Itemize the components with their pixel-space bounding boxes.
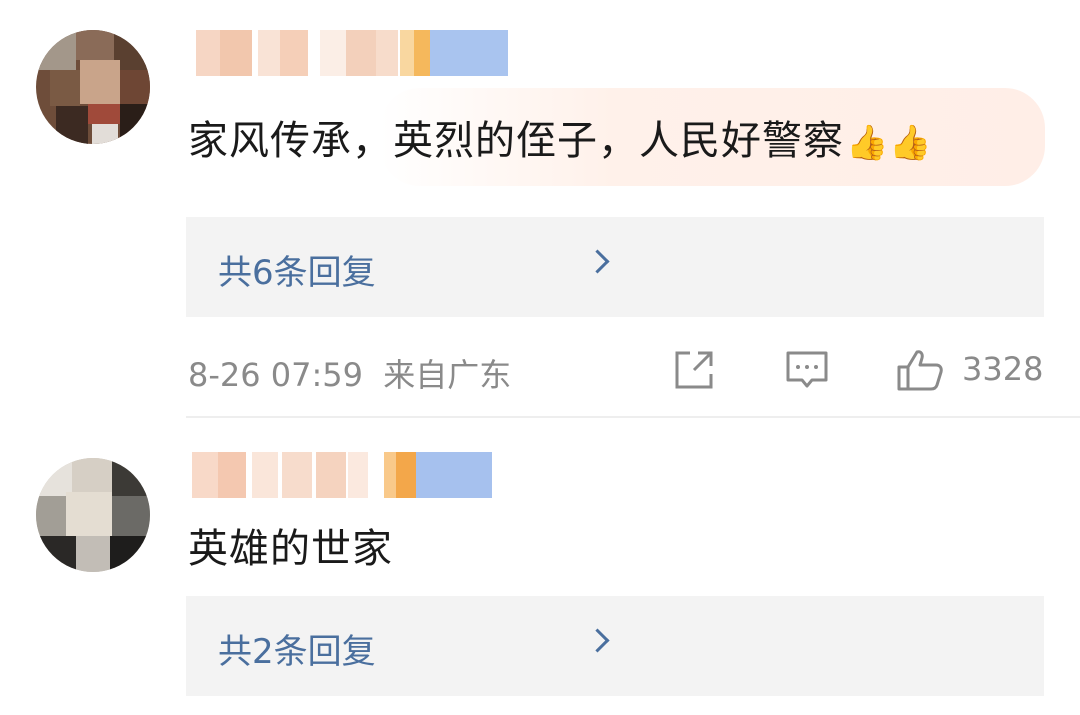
replies-label: 共6条回复 xyxy=(218,253,376,293)
chevron-right-icon xyxy=(585,249,610,274)
comment-location: 来自广东 xyxy=(383,356,512,394)
thumbs-up-icon[interactable] xyxy=(896,348,944,396)
username-blurred[interactable] xyxy=(192,30,512,76)
comment-text: 家风传承，英烈的侄子，人民好警察👍👍 xyxy=(188,108,933,166)
comment-text-content: 英雄的世家 xyxy=(188,526,393,572)
comment-item: 家风传承，英烈的侄子，人民好警察👍👍 共6条回复 8-26 07:59 来自广东… xyxy=(0,0,1080,418)
divider xyxy=(186,416,1080,418)
comment-text-content: 家风传承，英烈的侄子，人民好警察 xyxy=(188,118,844,164)
comment-icon[interactable] xyxy=(784,348,830,396)
username-blurred[interactable] xyxy=(192,452,497,498)
avatar[interactable] xyxy=(36,458,150,572)
avatar[interactable] xyxy=(36,30,150,144)
chevron-right-icon xyxy=(585,628,610,653)
replies-button[interactable]: 共6条回复 xyxy=(186,217,1044,317)
share-icon[interactable] xyxy=(672,348,716,396)
like-count: 3328 xyxy=(962,350,1044,388)
comment-text: 英雄的世家 xyxy=(188,516,393,574)
replies-label: 共2条回复 xyxy=(218,632,376,672)
comment-item: 英雄的世家 共2条回复 xyxy=(0,420,1080,715)
replies-button[interactable]: 共2条回复 xyxy=(186,596,1044,696)
comment-time: 8-26 07:59 xyxy=(188,356,364,394)
thumbs-up-emoji: 👍👍 xyxy=(846,123,933,163)
comment-meta: 8-26 07:59 来自广东 xyxy=(188,350,511,396)
